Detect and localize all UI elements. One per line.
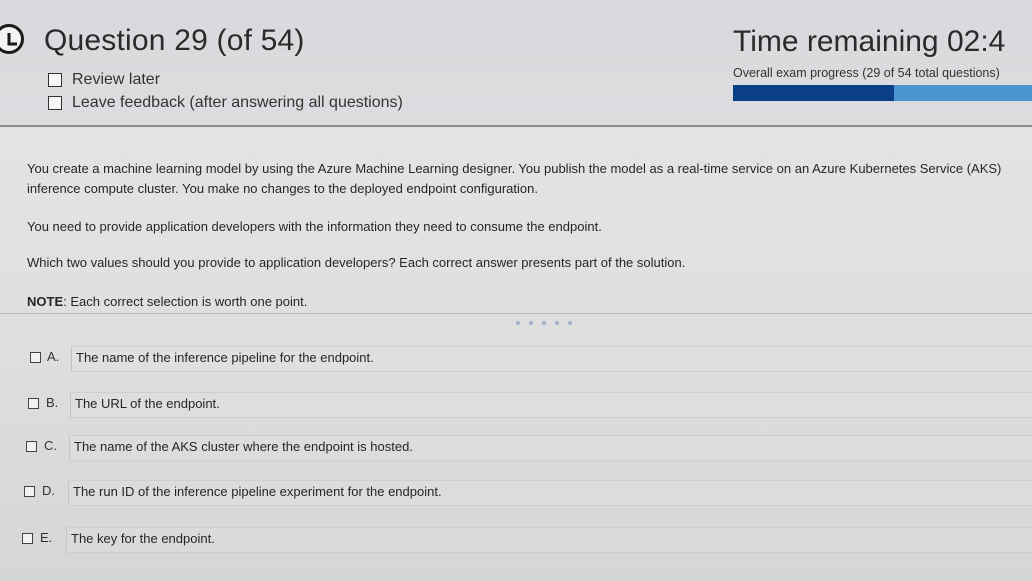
option-box[interactable]: The name of the inference pipeline for t… xyxy=(71,346,1032,372)
review-later-label: Review later xyxy=(72,71,161,88)
leave-feedback-label: Leave feedback (after answering all ques… xyxy=(72,94,403,111)
checkbox-icon[interactable] xyxy=(22,533,33,544)
option-box[interactable]: The key for the endpoint. xyxy=(66,527,1032,553)
dot xyxy=(529,321,533,325)
answer-option-a[interactable]: A. The name of the inference pipeline fo… xyxy=(0,346,1032,372)
checkbox-icon[interactable] xyxy=(24,486,35,497)
time-remaining: Time remaining 02:4 xyxy=(733,25,1006,58)
note-text: : Each correct selection is worth one po… xyxy=(63,294,308,309)
option-letter: B. xyxy=(46,395,59,410)
option-text: The name of the inference pipeline for t… xyxy=(76,350,374,365)
review-later-checkbox[interactable]: Review later xyxy=(48,71,160,89)
option-text: The URL of the endpoint. xyxy=(75,396,220,411)
answer-option-c[interactable]: C. The name of the AKS cluster where the… xyxy=(0,435,1032,461)
option-text: The key for the endpoint. xyxy=(71,531,215,546)
option-letter: D. xyxy=(42,483,55,498)
option-text: The run ID of the inference pipeline exp… xyxy=(73,484,442,499)
note-paragraph: NOTE: Each correct selection is worth on… xyxy=(27,292,307,312)
note-prefix: NOTE xyxy=(27,294,64,309)
dot xyxy=(542,321,546,325)
option-box[interactable]: The name of the AKS cluster where the en… xyxy=(69,435,1032,461)
dot xyxy=(516,321,520,325)
divider xyxy=(0,313,1032,314)
answer-option-d[interactable]: D. The run ID of the inference pipeline … xyxy=(0,480,1032,506)
checkbox-icon[interactable] xyxy=(48,96,62,110)
answer-option-b[interactable]: B. The URL of the endpoint. xyxy=(0,392,1032,418)
question-paragraph-2: You need to provide application develope… xyxy=(27,219,602,234)
option-box[interactable]: The run ID of the inference pipeline exp… xyxy=(68,480,1032,506)
checkbox-icon[interactable] xyxy=(26,441,37,452)
exam-progress-label: Overall exam progress (29 of 54 total qu… xyxy=(733,66,1000,80)
leave-feedback-checkbox[interactable]: Leave feedback (after answering all ques… xyxy=(48,94,403,112)
back-arrow-icon[interactable] xyxy=(0,24,24,54)
question-paragraph-3: Which two values should you provide to a… xyxy=(27,255,686,270)
option-letter: A. xyxy=(47,349,60,364)
dot xyxy=(568,321,572,325)
checkbox-icon[interactable] xyxy=(30,352,41,363)
checkbox-icon[interactable] xyxy=(48,73,62,87)
checkbox-icon[interactable] xyxy=(28,398,39,409)
answer-option-e[interactable]: E. The key for the endpoint. xyxy=(0,527,1032,553)
exam-progress-fill xyxy=(733,85,894,101)
loading-dots-icon xyxy=(516,321,572,325)
option-box[interactable]: The URL of the endpoint. xyxy=(70,392,1032,418)
option-letter: E. xyxy=(40,530,53,545)
option-text: The name of the AKS cluster where the en… xyxy=(74,439,413,454)
exam-header: Question 29 (of 54) Review later Leave f… xyxy=(0,0,1032,126)
dot xyxy=(555,321,559,325)
option-letter: C. xyxy=(44,438,57,453)
header-divider xyxy=(0,125,1032,127)
question-title: Question 29 (of 54) xyxy=(44,24,305,57)
question-paragraph-1: You create a machine learning model by u… xyxy=(27,161,1002,196)
exam-progress-bar xyxy=(733,85,1032,101)
